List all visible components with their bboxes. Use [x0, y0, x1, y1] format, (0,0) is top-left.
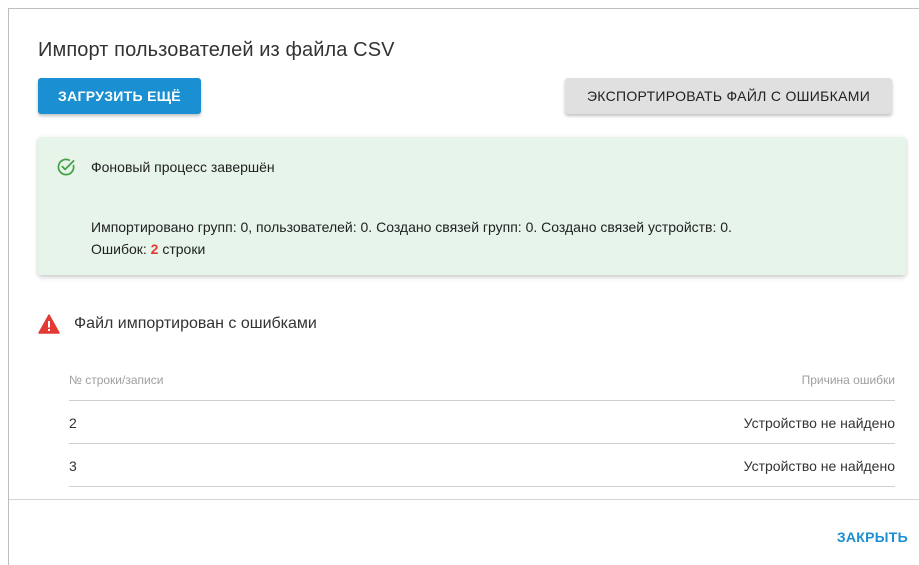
column-header-reason: Причина ошибки	[801, 373, 895, 387]
export-errors-button[interactable]: ЭКСПОРТИРОВАТЬ ФАЙЛ С ОШИБКАМИ	[565, 78, 892, 114]
errors-prefix: Ошибок:	[91, 241, 147, 257]
import-dialog: Импорт пользователей из файла CSV ЗАГРУЗ…	[9, 9, 919, 565]
table-row: 2 Устройство не найдено	[69, 401, 895, 444]
errors-count: 2	[150, 241, 159, 257]
table-header: № строки/записи Причина ошибки	[69, 366, 895, 401]
alert-body: Импортировано групп: 0, пользователей: 0…	[91, 216, 732, 260]
errors-line: Ошибок: 2 строки	[91, 238, 732, 260]
column-header-row-number: № строки/записи	[69, 373, 164, 387]
row-number-cell: 2	[69, 415, 77, 431]
alert-title: Фоновый процесс завершён	[91, 159, 275, 175]
error-reason-cell: Устройство не найдено	[743, 458, 895, 474]
errors-table: № строки/записи Причина ошибки 2 Устройс…	[69, 366, 895, 487]
success-alert: Фоновый процесс завершён Импортировано г…	[38, 137, 906, 275]
warning-triangle-icon	[38, 314, 60, 334]
error-reason-cell: Устройство не найдено	[743, 415, 895, 431]
errors-suffix: строки	[162, 241, 206, 257]
upload-more-button[interactable]: ЗАГРУЗИТЬ ЕЩЁ	[38, 78, 201, 114]
row-number-cell: 3	[69, 458, 77, 474]
actions-divider	[9, 499, 919, 500]
import-summary: Импортировано групп: 0, пользователей: 0…	[91, 219, 732, 235]
close-button[interactable]: ЗАКРЫТЬ	[837, 529, 908, 545]
check-circle-icon	[56, 157, 76, 177]
table-row: 3 Устройство не найдено	[69, 444, 895, 487]
dialog-title: Импорт пользователей из файла CSV	[38, 39, 395, 61]
warning-title: Файл импортирован с ошибками	[74, 315, 317, 332]
